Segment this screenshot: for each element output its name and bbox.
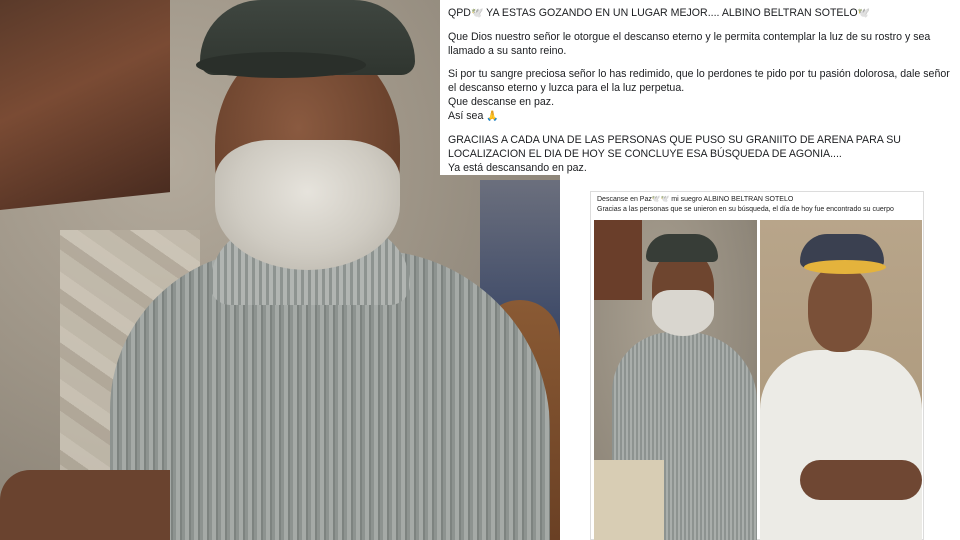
card-left-beard xyxy=(652,290,714,336)
post-headline: QPD🕊️ YA ESTAS GOZANDO EN UN LUGAR MEJOR… xyxy=(448,6,955,21)
headline-prefix: QPD xyxy=(448,7,471,19)
asi-sea-text: Así sea xyxy=(448,110,484,122)
card-caption-prefix: Descanse en Paz xyxy=(597,196,652,203)
post-paragraph-2-line-1: Si por tu sangre preciosa señor lo has r… xyxy=(448,68,950,94)
card-photos xyxy=(594,220,922,540)
card-right-cap-brim xyxy=(804,260,886,274)
card-left-wood xyxy=(594,220,642,300)
photo-arm xyxy=(0,470,170,540)
card-photo-left xyxy=(594,220,757,540)
photo-white-beard xyxy=(215,140,400,270)
post-paragraph-2-line-3: Así sea 🙏 xyxy=(448,109,955,124)
card-caption-line-1: Descanse en Paz🕊️🕊️ mi suegro ALBINO BEL… xyxy=(597,195,917,205)
card-caption-suffix: mi suegro ALBINO BELTRAN SOTELO xyxy=(669,196,794,203)
post-text-panel: QPD🕊️ YA ESTAS GOZANDO EN UN LUGAR MEJOR… xyxy=(440,0,960,175)
dove-icon: 🕊️ xyxy=(857,8,871,19)
embedded-post-card: Descanse en Paz🕊️🕊️ mi suegro ALBINO BEL… xyxy=(590,191,924,540)
post-paragraph-1: Que Dios nuestro señor le otorgue el des… xyxy=(448,31,931,57)
photo-cap-brim xyxy=(196,52,366,78)
headline-main: YA ESTAS GOZANDO EN UN LUGAR MEJOR.... A… xyxy=(483,7,858,19)
card-caption: Descanse en Paz🕊️🕊️ mi suegro ALBINO BEL… xyxy=(591,192,923,219)
card-caption-line-2: Gracias a las personas que se unieron en… xyxy=(597,205,894,213)
photo-wooden-beam xyxy=(0,0,170,211)
praying-hands-icon: 🙏 xyxy=(486,111,499,122)
card-right-shirt xyxy=(760,350,922,540)
post-paragraph-3-last: Ya está descansando en paz. xyxy=(448,162,587,174)
dove-icon: 🕊️ xyxy=(470,8,484,19)
dove-icon: 🕊️🕊️ xyxy=(651,196,670,203)
card-left-cloth xyxy=(594,460,664,540)
post-paragraph-2-line-2: Que descanse en paz. xyxy=(448,96,555,108)
post-paragraph-3: GRACIIAS A CADA UNA DE LAS PERSONAS QUE … xyxy=(448,134,901,160)
card-left-cap xyxy=(646,234,718,262)
card-right-face xyxy=(808,266,872,352)
card-photo-right xyxy=(760,220,922,540)
card-right-crossed-arms xyxy=(800,460,922,500)
